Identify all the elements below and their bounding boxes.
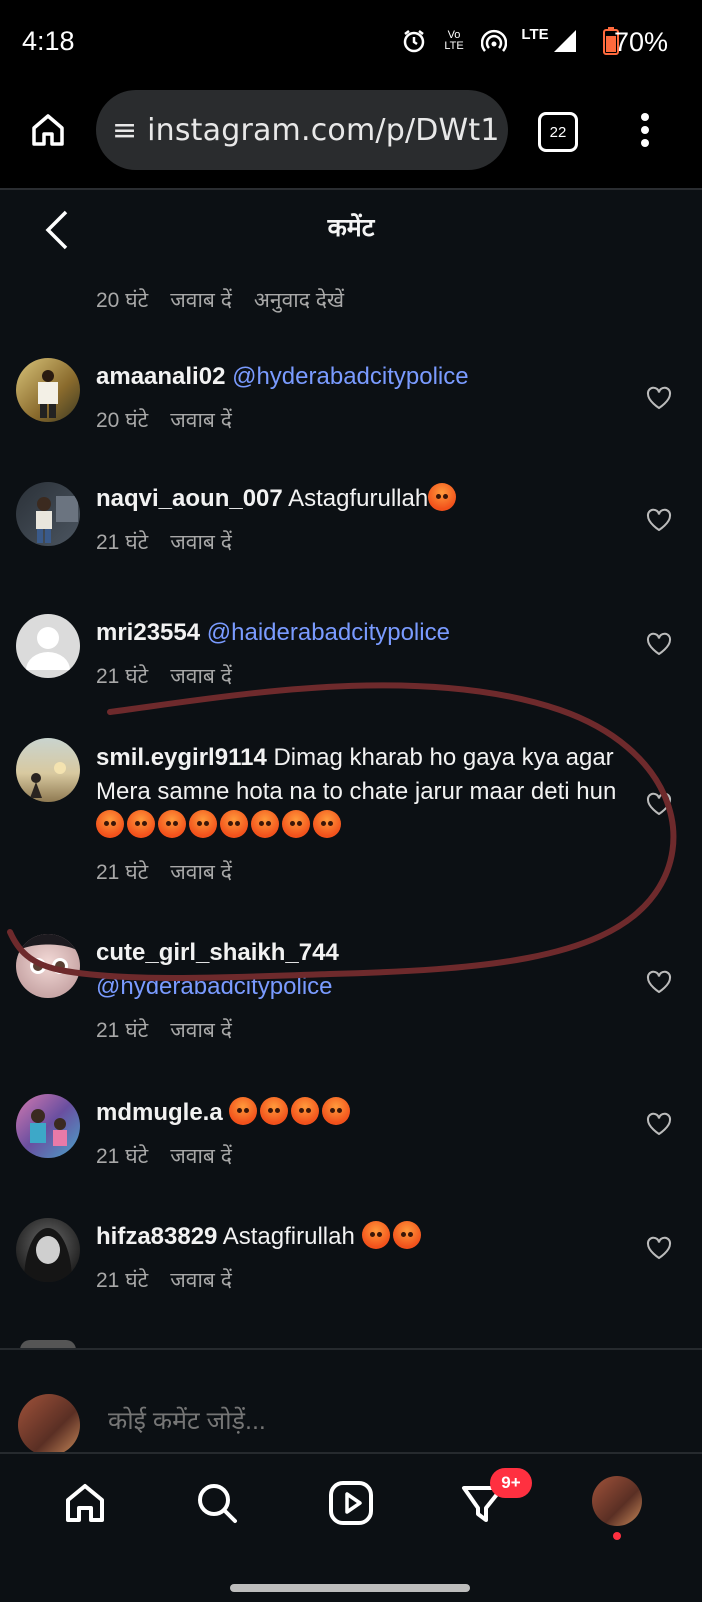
comment-username[interactable]: hifza83829 bbox=[96, 1223, 217, 1250]
profile-notification-dot bbox=[613, 1532, 621, 1540]
browser-home-icon[interactable] bbox=[28, 110, 68, 150]
alarm-icon bbox=[400, 26, 428, 56]
avatar[interactable] bbox=[16, 1094, 80, 1158]
angry-emoji-icon bbox=[260, 1097, 289, 1125]
address-bar[interactable]: ≡ instagram.com/p/DWt1 bbox=[96, 90, 508, 170]
profile-avatar[interactable] bbox=[592, 1476, 642, 1526]
reply-link[interactable]: जवाब दें bbox=[170, 409, 232, 432]
search-icon[interactable] bbox=[192, 1478, 242, 1528]
avatar[interactable] bbox=[16, 482, 80, 546]
comment-text: mri23554 @haiderabadcitypolice bbox=[96, 616, 621, 650]
battery-percent: 70% bbox=[613, 27, 668, 57]
notification-badge: 9+ bbox=[490, 1468, 532, 1498]
volte-icon: Vo LTE bbox=[444, 29, 464, 52]
home-indicator[interactable] bbox=[230, 1584, 470, 1592]
like-heart-icon[interactable] bbox=[646, 1236, 672, 1260]
reply-link[interactable]: जवाब दें bbox=[170, 1145, 232, 1168]
angry-emoji-icon bbox=[361, 1221, 390, 1249]
comment-username[interactable]: amaanali02 bbox=[96, 363, 225, 390]
translate-link[interactable]: अनुवाद देखें bbox=[254, 289, 344, 312]
home-icon[interactable] bbox=[60, 1478, 110, 1528]
signal-icon bbox=[550, 26, 580, 56]
angry-emoji-icon bbox=[291, 1097, 320, 1125]
comment-body: Astagfirullah bbox=[222, 1223, 355, 1250]
mention-link[interactable]: @haiderabadcitypolice bbox=[207, 619, 450, 646]
like-heart-icon[interactable] bbox=[646, 1112, 672, 1136]
angry-emoji-icon bbox=[322, 1097, 351, 1125]
lte-label: LTE bbox=[521, 26, 549, 43]
comment-meta: 21 घंटे जवाब दें bbox=[96, 1266, 254, 1294]
mention-link[interactable]: @hyderabadcitypolice bbox=[232, 363, 469, 390]
angry-emoji-icon bbox=[392, 1221, 421, 1249]
status-bar bbox=[0, 0, 702, 88]
comment-time: 21 घंटे bbox=[96, 1145, 149, 1168]
comment-body: Astagfurullah bbox=[288, 485, 429, 512]
comment-time: 20 घंटे bbox=[96, 289, 149, 312]
reply-link[interactable]: जवाब दें bbox=[170, 289, 232, 312]
angry-emoji-icon bbox=[229, 1097, 258, 1125]
comment-time: 21 घंटे bbox=[96, 1269, 149, 1292]
comment-time: 21 घंटे bbox=[96, 531, 149, 554]
status-time: 4:18 bbox=[22, 26, 75, 56]
like-heart-icon[interactable] bbox=[646, 508, 672, 532]
comment-meta: 21 घंटे जवाब दें bbox=[96, 1142, 254, 1170]
comment-username[interactable]: naqvi_aoun_007 bbox=[96, 485, 283, 512]
comment-text: mdmugle.a bbox=[96, 1096, 621, 1130]
comment-text: naqvi_aoun_007 Astagfurullah bbox=[96, 482, 621, 516]
comment-text: hifza83829 Astagfirullah bbox=[96, 1220, 621, 1254]
like-heart-icon[interactable] bbox=[646, 632, 672, 656]
comment-time: 20 घंटे bbox=[96, 409, 149, 432]
comment-text: amaanali02 @hyderabadcitypolice bbox=[96, 360, 621, 394]
avatar[interactable] bbox=[16, 358, 80, 422]
comment-meta: 20 घंटे जवाब दें bbox=[96, 406, 254, 434]
reply-link[interactable]: जवाब दें bbox=[170, 531, 232, 554]
tab-switcher-button[interactable]: 22 bbox=[538, 112, 578, 152]
previous-comment-meta: 20 घंटे जवाब दें अनुवाद देखें bbox=[96, 286, 366, 314]
angry-emoji-icon bbox=[428, 483, 457, 511]
hotspot-icon bbox=[480, 26, 508, 56]
annotation-stroke bbox=[7, 682, 677, 981]
like-heart-icon[interactable] bbox=[646, 386, 672, 410]
comment-username[interactable]: mdmugle.a bbox=[96, 1099, 223, 1126]
default-avatar-icon[interactable] bbox=[16, 614, 80, 678]
avatar[interactable] bbox=[16, 1218, 80, 1282]
reply-link[interactable]: जवाब दें bbox=[170, 1269, 232, 1292]
compose-divider bbox=[0, 1348, 702, 1350]
browser-menu-icon[interactable] bbox=[640, 112, 650, 148]
reels-icon[interactable] bbox=[326, 1478, 376, 1528]
comment-username[interactable]: mri23554 bbox=[96, 619, 200, 646]
my-avatar bbox=[18, 1394, 80, 1456]
comment-meta: 21 घंटे जवाब दें bbox=[96, 528, 254, 556]
page-title: कमेंट bbox=[327, 214, 375, 242]
url-text: ≡ instagram.com/p/DWt1 bbox=[112, 112, 500, 148]
comment-input[interactable] bbox=[106, 1406, 630, 1437]
